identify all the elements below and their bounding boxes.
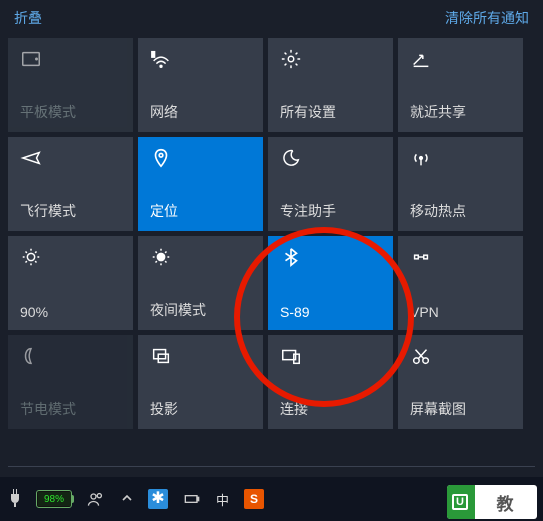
wechat-work-icon[interactable]: ✱: [148, 489, 168, 509]
tile-label: 平板模式: [20, 102, 121, 122]
plug-icon: [8, 489, 22, 510]
divider: [8, 466, 535, 467]
nightlight-icon: [150, 246, 172, 268]
tile-mobile-hotspot[interactable]: 移动热点: [398, 137, 523, 231]
tile-connect[interactable]: 连接: [268, 335, 393, 429]
brightness-icon: [20, 246, 42, 268]
battery-indicator[interactable]: 98%: [36, 490, 72, 508]
tile-label: 夜间模式: [150, 300, 251, 320]
tile-vpn[interactable]: VPN: [398, 236, 523, 330]
airplane-icon: [20, 147, 42, 169]
share-icon: [410, 48, 432, 70]
tablet-icon: [20, 48, 42, 70]
tile-label: S-89: [280, 304, 381, 320]
tile-label: 节电模式: [20, 399, 121, 419]
watermark-logo: U: [447, 485, 475, 519]
watermark: U 教: [447, 485, 537, 519]
moon-icon: [280, 147, 302, 169]
tile-label: 90%: [20, 304, 121, 320]
wifi-icon: [150, 48, 172, 70]
tile-night-light[interactable]: 夜间模式: [138, 236, 263, 330]
tile-label: 飞行模式: [20, 201, 121, 221]
tile-network[interactable]: 网络: [138, 38, 263, 132]
location-icon: [150, 147, 172, 169]
tile-bluetooth[interactable]: S-89: [268, 236, 393, 330]
battery-percent: 98%: [44, 494, 64, 505]
sogou-icon[interactable]: S: [244, 489, 264, 509]
tile-label: 就近共享: [410, 102, 511, 122]
collapse-link[interactable]: 折叠: [14, 8, 42, 28]
tile-airplane-mode[interactable]: 飞行模式: [8, 137, 133, 231]
tile-all-settings[interactable]: 所有设置: [268, 38, 393, 132]
settings-icon: [280, 48, 302, 70]
tile-label: 定位: [150, 201, 251, 221]
tile-tablet-mode[interactable]: 平板模式: [8, 38, 133, 132]
tile-label: 移动热点: [410, 201, 511, 221]
tile-location[interactable]: 定位: [138, 137, 263, 231]
tile-label: 所有设置: [280, 102, 381, 122]
tile-focus-assist[interactable]: 专注助手: [268, 137, 393, 231]
tray-battery-icon[interactable]: [182, 489, 202, 509]
project-icon: [150, 345, 172, 367]
tile-battery-saver[interactable]: 节电模式: [8, 335, 133, 429]
tile-label: 屏幕截图: [410, 399, 511, 419]
tile-brightness[interactable]: 90%: [8, 236, 133, 330]
battery-saver-icon: [20, 345, 42, 367]
tile-label: 连接: [280, 399, 381, 419]
hotspot-icon: [410, 147, 432, 169]
action-center-tiles: 平板模式 网络 所有设置 就近共享 飞行模式 定位 专注助手: [0, 38, 543, 429]
ime-indicator[interactable]: 中: [216, 490, 230, 509]
connect-icon: [280, 345, 302, 367]
tile-label: 专注助手: [280, 201, 381, 221]
tile-screen-snip[interactable]: 屏幕截图: [398, 335, 523, 429]
snip-icon: [410, 345, 432, 367]
tile-label: 网络: [150, 102, 251, 122]
clear-notifications-link[interactable]: 清除所有通知: [445, 8, 529, 28]
tile-project[interactable]: 投影: [138, 335, 263, 429]
people-icon[interactable]: [86, 489, 106, 509]
tile-label: VPN: [410, 304, 511, 320]
chevron-up-icon[interactable]: [120, 491, 134, 508]
tile-nearby-share[interactable]: 就近共享: [398, 38, 523, 132]
tile-label: 投影: [150, 399, 251, 419]
watermark-text: 教: [475, 490, 537, 515]
bluetooth-icon: [280, 246, 302, 268]
vpn-icon: [410, 246, 432, 268]
